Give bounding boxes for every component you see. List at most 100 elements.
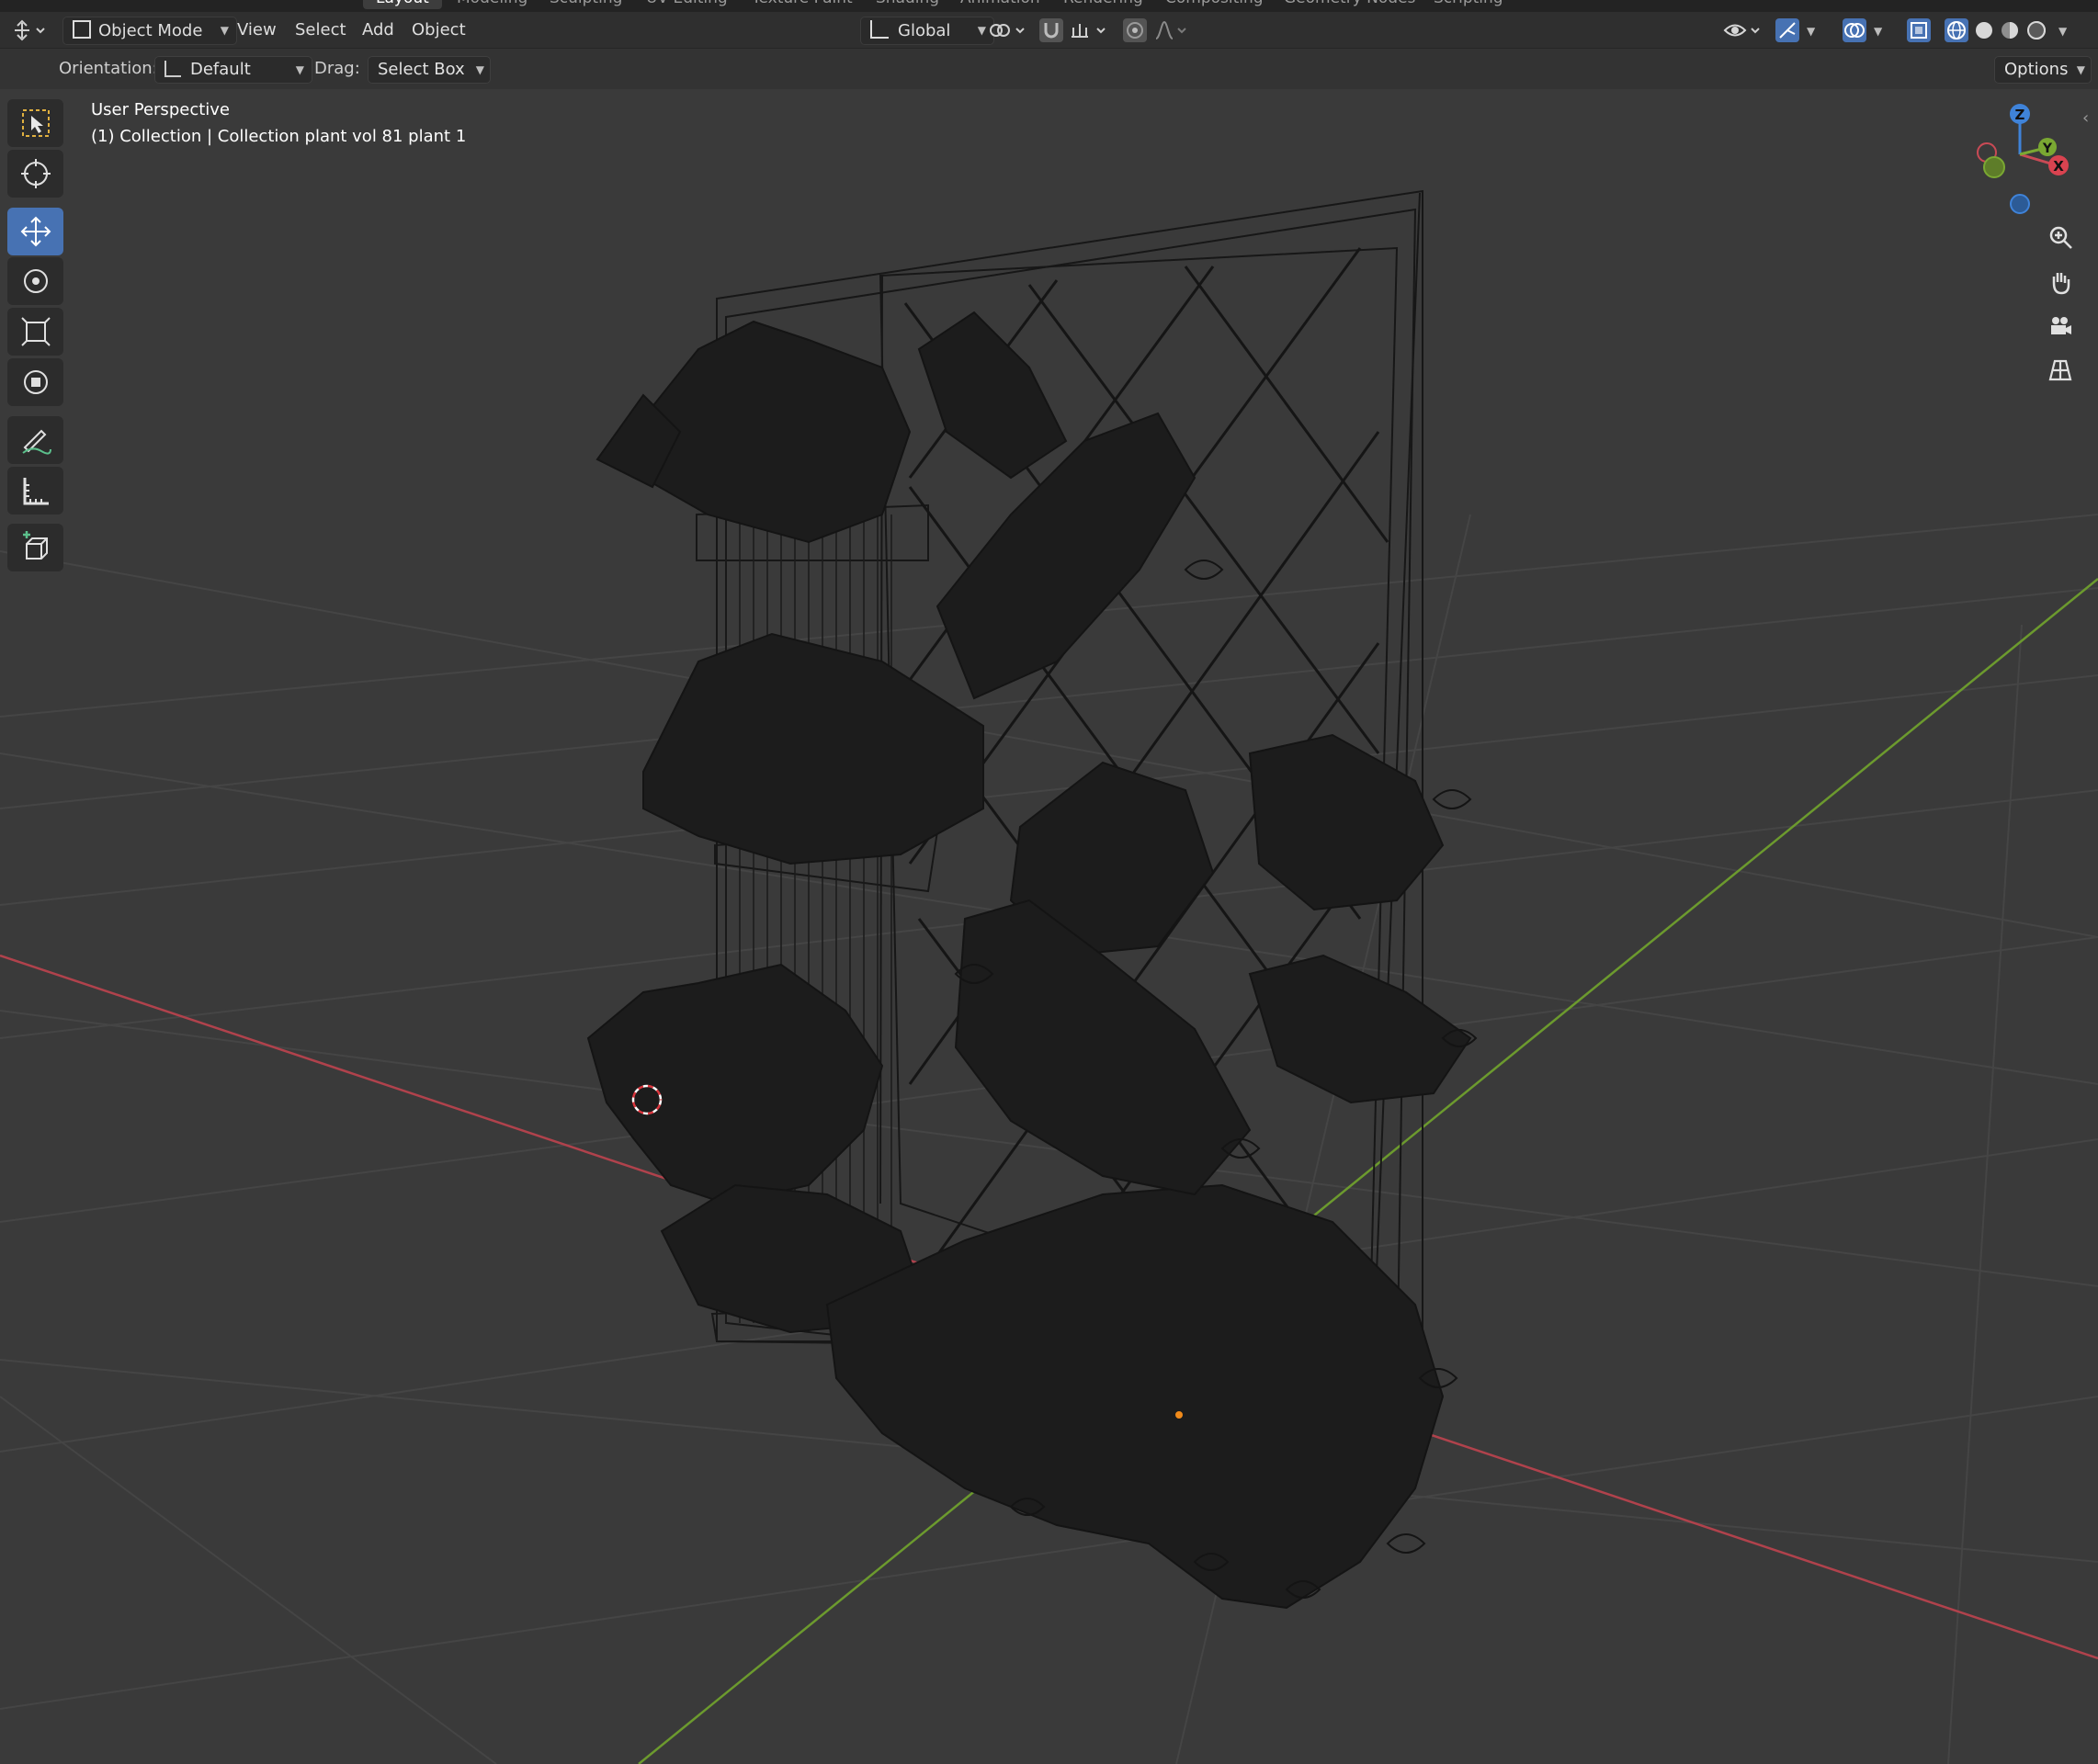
tool-settings-bar: Orientation: Default ▼ Drag: Select Box … [0, 49, 2098, 89]
overlays-toggle-button[interactable] [1843, 18, 1866, 42]
proportional-editing-button[interactable] [1123, 18, 1147, 42]
move-arrows-icon [20, 216, 51, 247]
menu-select[interactable]: Select [295, 17, 346, 43]
tab-geometry-nodes[interactable]: Geometry Nodes [1284, 0, 1415, 9]
snap-toggle-button[interactable] [1039, 18, 1063, 42]
gizmo-z[interactable]: Z [2010, 104, 2030, 124]
eye-icon [1723, 24, 1760, 37]
tab-texture-paint[interactable]: Texture Paint [752, 0, 853, 9]
menu-object[interactable]: Object [412, 17, 466, 43]
menu-add[interactable]: Add [362, 17, 394, 43]
orientation-dropdown[interactable]: Default ▼ [154, 56, 312, 84]
navigation-gizmo[interactable]: Z Y X [1957, 97, 2077, 226]
orientation-axes-icon [870, 20, 889, 39]
add-cube-tool[interactable] [7, 524, 63, 571]
cursor-tool[interactable] [7, 150, 63, 198]
gizmo-icon [1779, 22, 1796, 39]
overlays-icon [1844, 23, 1865, 38]
sidebar-toggle-chevron-icon[interactable]: ‹ [2082, 108, 2089, 128]
viewport-perspective-label: User Perspective [91, 100, 230, 119]
menu-view[interactable]: View [237, 17, 277, 43]
pencil-icon [21, 429, 51, 455]
svg-text:X: X [2053, 158, 2064, 175]
options-dropdown[interactable]: Options ▼ [1994, 56, 2092, 84]
transform-icon [23, 370, 48, 394]
tab-uv-editing[interactable]: UV Editing [646, 0, 728, 9]
options-label: Options [2004, 60, 2069, 79]
tab-animation[interactable]: Animation [960, 0, 1040, 9]
move-tool[interactable] [7, 208, 63, 255]
magnet-icon [1044, 23, 1059, 39]
tab-modeling[interactable]: Modeling [457, 0, 527, 9]
chevron-down-icon: ▼ [2076, 63, 2085, 76]
editor-type-button[interactable] [11, 18, 48, 42]
mode-label: Object Mode [98, 21, 203, 40]
rendered-sphere-icon [2027, 21, 2046, 40]
ruler-icon [23, 478, 49, 505]
transform-orientation-dropdown[interactable]: Global ▼ [860, 17, 994, 45]
chevron-down-icon[interactable]: ▼ [1874, 17, 1882, 43]
camera-icon [2051, 317, 2071, 334]
chevron-down-icon[interactable]: ▼ [2058, 17, 2067, 43]
falloff-curve-icon [1155, 20, 1186, 40]
proportional-edit-icon [1127, 22, 1143, 39]
snap-target-dropdown[interactable] [1068, 18, 1112, 42]
grid-perspective-icon [2048, 359, 2072, 381]
wireframe-sphere-icon [1947, 21, 1966, 40]
add-cube-icon [22, 531, 48, 560]
select-box-icon [21, 109, 50, 137]
orientation-label: Orientation: [59, 59, 158, 78]
plant-foliage [586, 311, 1472, 1610]
tab-compositing[interactable]: Compositing [1165, 0, 1264, 9]
pan-button[interactable] [2040, 262, 2081, 302]
gizmo-x[interactable]: X [2048, 155, 2069, 175]
cursor-icon [20, 159, 51, 188]
rendered-shading-button[interactable] [2024, 18, 2048, 42]
gizmo-toggle-button[interactable] [1775, 18, 1799, 42]
tab-rendering[interactable]: Rendering [1063, 0, 1143, 9]
editor-type-icon [15, 19, 45, 41]
chevron-down-icon: ▼ [475, 63, 484, 76]
camera-view-button[interactable] [2040, 306, 2081, 346]
drag-value: Select Box [378, 60, 465, 79]
tab-shading[interactable]: Shading [876, 0, 939, 9]
chevron-down-icon: ▼ [295, 63, 304, 76]
pivot-icon [990, 24, 1025, 37]
scale-icon [20, 317, 51, 346]
measure-tool[interactable] [7, 467, 63, 514]
gizmo-neg-y[interactable] [1983, 156, 2005, 178]
svg-text:Y: Y [2042, 141, 2053, 156]
object-origin-dot [1175, 1411, 1183, 1419]
solid-shading-button[interactable] [1972, 18, 1996, 42]
material-preview-button[interactable] [1998, 18, 2022, 42]
zoom-button[interactable] [2040, 218, 2081, 258]
workspace-tabs-bar: Layout Modeling Sculpting UV Editing Tex… [0, 0, 2098, 12]
viewport-canvas[interactable] [0, 89, 2098, 1764]
mode-dropdown[interactable]: Object Mode ▼ [62, 17, 237, 45]
scale-tool[interactable] [7, 308, 63, 356]
select-box-tool[interactable] [7, 99, 63, 147]
pivot-point-button[interactable] [985, 18, 1031, 42]
zoom-magnifier-icon [2049, 226, 2072, 249]
chevron-down-icon[interactable]: ▼ [1807, 17, 1815, 43]
tab-scripting[interactable]: Scripting [1434, 0, 1503, 9]
viewport-header: Object Mode ▼ View Select Add Object Glo… [0, 12, 2098, 49]
orientation-gizmo-icon [164, 61, 181, 77]
perspective-toggle-button[interactable] [2040, 350, 2081, 390]
annotate-tool[interactable] [7, 416, 63, 464]
hand-icon [2052, 273, 2070, 295]
wireframe-shading-button[interactable] [1945, 18, 1968, 42]
transform-tool[interactable] [7, 358, 63, 406]
gizmo-neg-z[interactable] [2010, 194, 2030, 214]
drag-dropdown[interactable]: Select Box ▼ [368, 56, 491, 84]
tab-layout[interactable]: Layout [363, 0, 442, 9]
rotate-icon [23, 269, 48, 293]
falloff-dropdown[interactable] [1152, 18, 1191, 42]
rotate-tool[interactable] [7, 257, 63, 305]
xray-toggle-button[interactable] [1907, 18, 1931, 42]
chevron-down-icon: ▼ [220, 24, 229, 37]
tab-sculpting[interactable]: Sculpting [550, 0, 622, 9]
gizmo-y[interactable]: Y [2038, 138, 2057, 156]
snap-increment-icon [1072, 24, 1106, 38]
visibility-dropdown[interactable] [1722, 18, 1766, 42]
